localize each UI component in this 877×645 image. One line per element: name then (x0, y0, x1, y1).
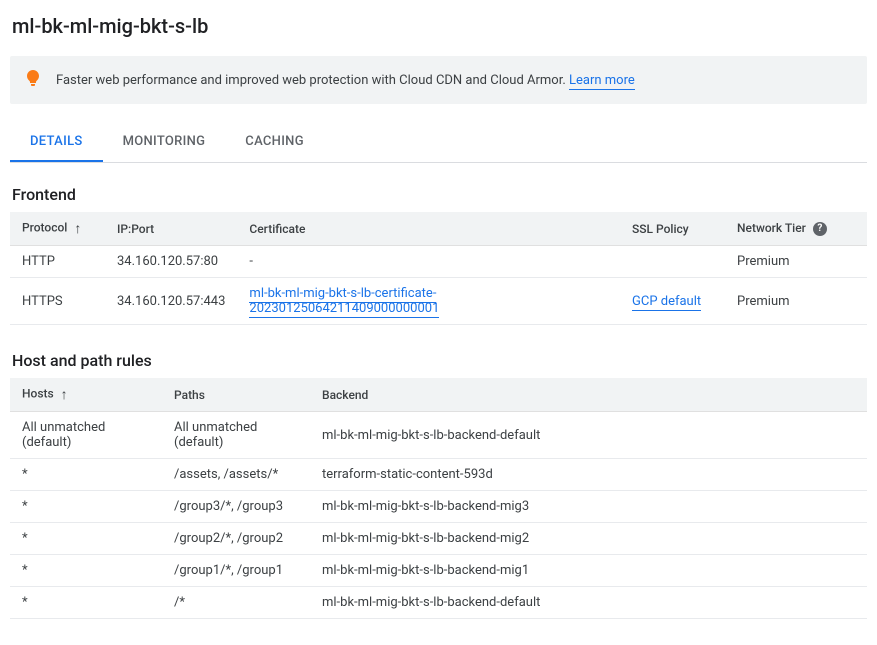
cell-hosts: * (10, 459, 162, 491)
info-banner: Faster web performance and improved web … (10, 56, 867, 104)
cell-paths: /* (162, 587, 310, 619)
tab-monitoring[interactable]: MONITORING (103, 122, 226, 162)
cell-backend: ml-bk-ml-mig-bkt-s-lb-backend-mig1 (310, 555, 867, 587)
tab-bar: DETAILSMONITORINGCACHING (10, 122, 867, 163)
rules-col-hosts[interactable]: Hosts ↑ (10, 378, 162, 412)
frontend-col-network-tier[interactable]: Network Tier ? (725, 212, 867, 246)
cell-ssl-policy: GCP default (620, 278, 725, 325)
cell-ssl-policy (620, 246, 725, 278)
cell-paths: /group3/*, /group3 (162, 491, 310, 523)
cell-hosts: * (10, 555, 162, 587)
cell-network-tier: Premium (725, 278, 867, 325)
cell-hosts: All unmatched (default) (10, 412, 162, 459)
ssl-policy-link[interactable]: GCP default (632, 294, 701, 311)
cell-protocol: HTTP (10, 246, 105, 278)
rules-col-backend[interactable]: Backend (310, 378, 867, 412)
cell-backend: ml-bk-ml-mig-bkt-s-lb-backend-mig2 (310, 523, 867, 555)
cell-certificate: - (237, 246, 620, 278)
rules-table: Hosts ↑ Paths Backend All unmatched (def… (10, 378, 867, 619)
frontend-col-certificate[interactable]: Certificate (237, 212, 620, 246)
arrow-up-icon: ↑ (74, 220, 81, 237)
certificate-link[interactable]: ml-bk-ml-mig-bkt-s-lb-certificate-202301… (249, 286, 439, 318)
table-row: All unmatched (default)All unmatched (de… (10, 412, 867, 459)
cell-backend: ml-bk-ml-mig-bkt-s-lb-backend-mig3 (310, 491, 867, 523)
arrow-up-icon: ↑ (61, 386, 68, 403)
cell-network-tier: Premium (725, 246, 867, 278)
cell-paths: /group2/*, /group2 (162, 523, 310, 555)
cell-hosts: * (10, 523, 162, 555)
table-row: */group1/*, /group1ml-bk-ml-mig-bkt-s-lb… (10, 555, 867, 587)
rules-col-paths[interactable]: Paths (162, 378, 310, 412)
frontend-section-title: Frontend (10, 185, 867, 204)
cell-paths: /group1/*, /group1 (162, 555, 310, 587)
frontend-col-ssl-policy[interactable]: SSL Policy (620, 212, 725, 246)
help-icon[interactable]: ? (813, 222, 827, 236)
rules-section-title: Host and path rules (10, 351, 867, 370)
lightbulb-icon (26, 70, 40, 90)
table-row: HTTP34.160.120.57:80- Premium (10, 246, 867, 278)
banner-message: Faster web performance and improved web … (56, 73, 569, 88)
banner-learn-more-link[interactable]: Learn more (569, 73, 635, 90)
frontend-col-protocol[interactable]: Protocol ↑ (10, 212, 105, 246)
table-row: */assets, /assets/*terraform-static-cont… (10, 459, 867, 491)
table-row: */group2/*, /group2ml-bk-ml-mig-bkt-s-lb… (10, 523, 867, 555)
col-label: Network Tier (737, 221, 806, 235)
cell-backend: ml-bk-ml-mig-bkt-s-lb-backend-default (310, 412, 867, 459)
cell-paths: /assets, /assets/* (162, 459, 310, 491)
frontend-col-ipport[interactable]: IP:Port (105, 212, 237, 246)
tab-details[interactable]: DETAILS (10, 122, 103, 162)
table-row: HTTPS34.160.120.57:443 ml-bk-ml-mig-bkt-s… (10, 278, 867, 325)
cell-hosts: * (10, 587, 162, 619)
table-row: */*ml-bk-ml-mig-bkt-s-lb-backend-default (10, 587, 867, 619)
cell-hosts: * (10, 491, 162, 523)
cell-backend: ml-bk-ml-mig-bkt-s-lb-backend-default (310, 587, 867, 619)
cell-ipport: 34.160.120.57:80 (105, 246, 237, 278)
page-title: ml-bk-ml-mig-bkt-s-lb (10, 14, 867, 38)
banner-text: Faster web performance and improved web … (56, 73, 635, 88)
cell-protocol: HTTPS (10, 278, 105, 325)
cell-ipport: 34.160.120.57:443 (105, 278, 237, 325)
tab-caching[interactable]: CACHING (225, 122, 324, 162)
col-label: Hosts (22, 387, 54, 401)
col-label: Protocol (22, 221, 67, 235)
frontend-table: Protocol ↑ IP:Port Certificate SSL Polic… (10, 212, 867, 325)
cell-paths: All unmatched (default) (162, 412, 310, 459)
table-row: */group3/*, /group3ml-bk-ml-mig-bkt-s-lb… (10, 491, 867, 523)
cell-backend: terraform-static-content-593d (310, 459, 867, 491)
cell-certificate: ml-bk-ml-mig-bkt-s-lb-certificate-202301… (237, 278, 620, 325)
